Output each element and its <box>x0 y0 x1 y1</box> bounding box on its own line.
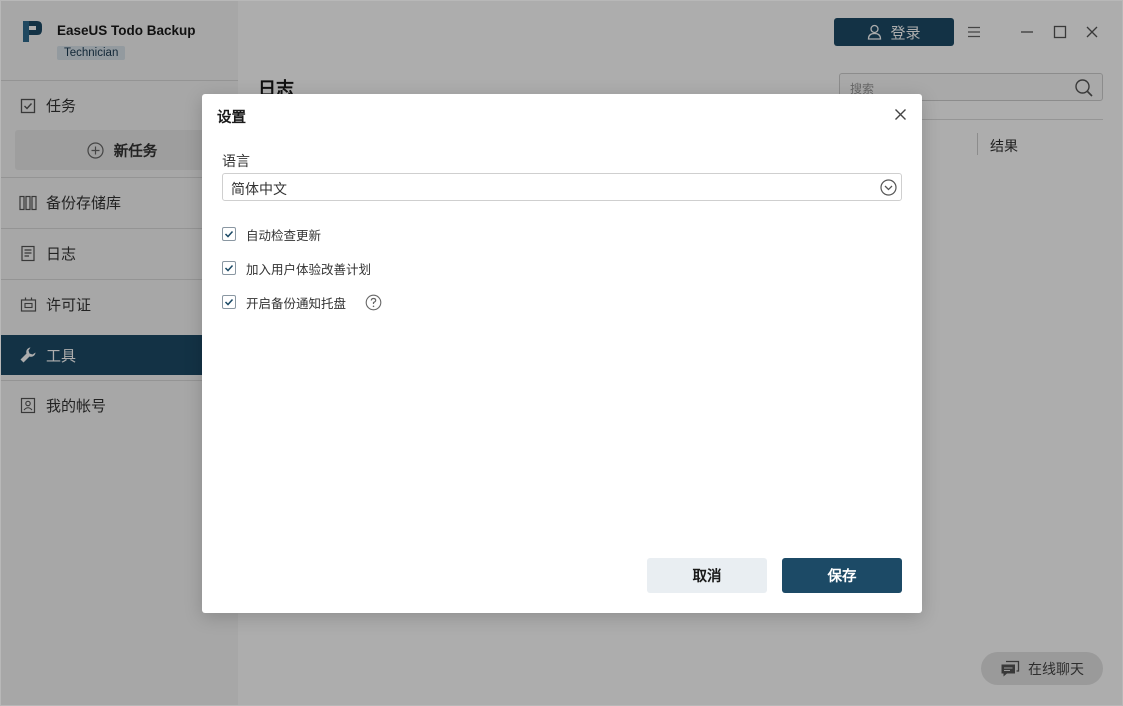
settings-dialog: 设置 语言 简体中文 自动检查更新 加入用户体验改善计划 开启备份通知托盘 取消… <box>202 94 922 613</box>
checkbox-checked-icon[interactable] <box>222 295 236 309</box>
save-button[interactable]: 保存 <box>782 558 902 593</box>
app-window: EaseUS Todo Backup Technician 任务 新任务 备份存… <box>0 0 1123 706</box>
option-auto-update[interactable]: 自动检查更新 <box>222 225 321 243</box>
language-value: 简体中文 <box>231 182 287 198</box>
cancel-button[interactable]: 取消 <box>647 558 767 593</box>
option-label: 开启备份通知托盘 <box>246 295 347 311</box>
option-label: 加入用户体验改善计划 <box>246 261 372 277</box>
option-label: 自动检查更新 <box>246 227 322 243</box>
dialog-title: 设置 <box>217 110 246 126</box>
option-user-experience[interactable]: 加入用户体验改善计划 <box>222 259 371 277</box>
language-select[interactable]: 简体中文 <box>222 173 902 201</box>
dialog-close-icon[interactable] <box>892 106 908 122</box>
checkbox-checked-icon[interactable] <box>222 261 236 275</box>
language-label: 语言 <box>222 154 250 170</box>
chevron-down-circle-icon <box>880 179 897 196</box>
checkbox-checked-icon[interactable] <box>222 227 236 241</box>
option-backup-notification-tray[interactable]: 开启备份通知托盘 <box>222 293 382 311</box>
help-question-icon[interactable] <box>365 294 382 311</box>
